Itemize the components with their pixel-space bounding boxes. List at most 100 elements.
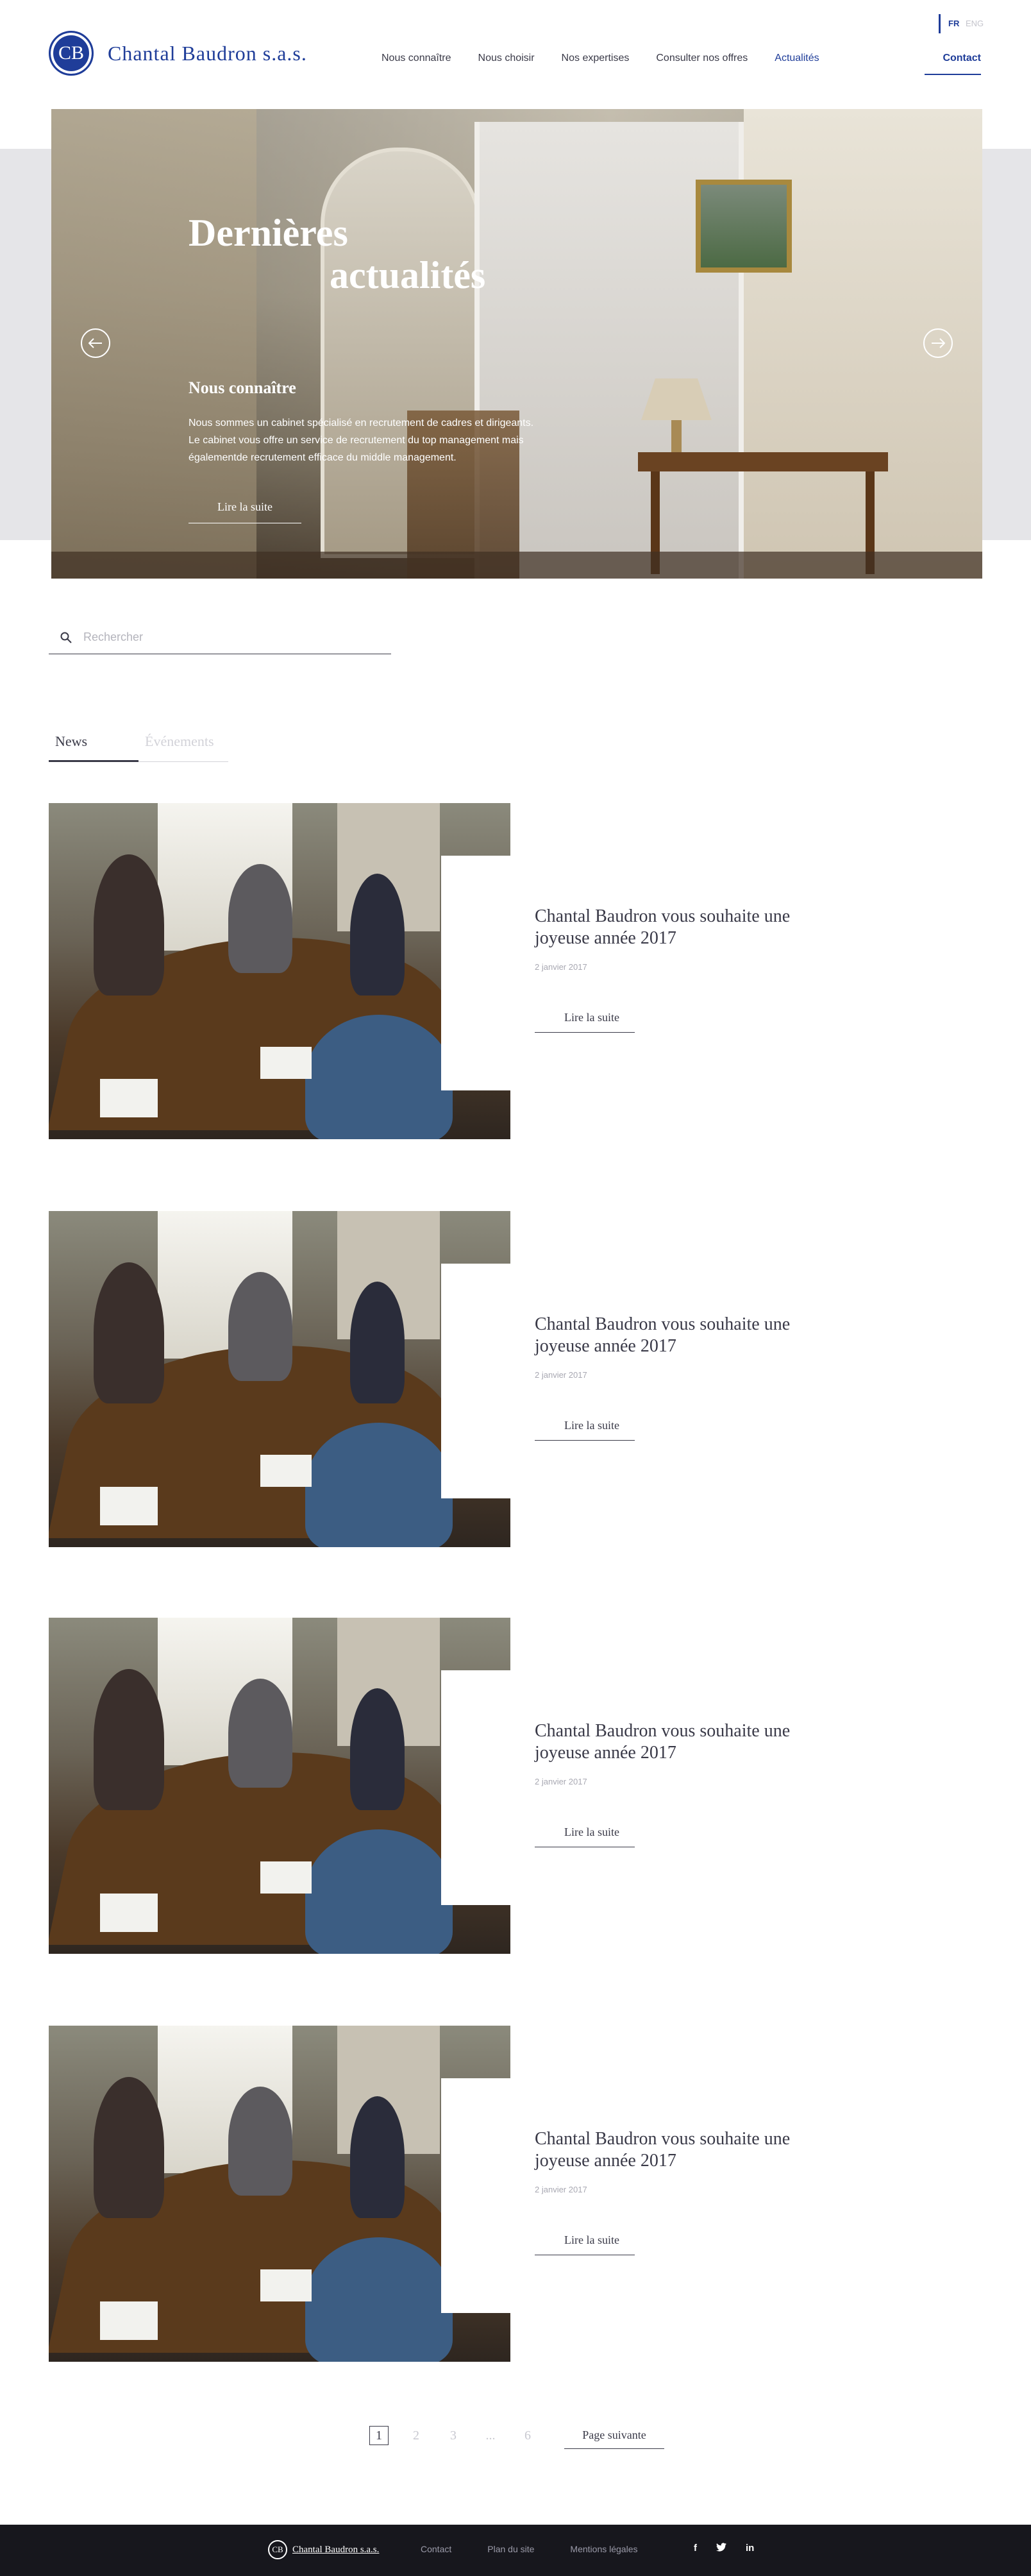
article-title-line: Chantal Baudron vous souhaite une <box>535 1314 791 1334</box>
photo-paper <box>260 2269 312 2301</box>
photo-cutout <box>441 2078 510 2313</box>
search-icon <box>49 632 83 643</box>
photo-paper <box>260 1861 312 1894</box>
article-read-more-button[interactable]: Lire la suite <box>535 2233 635 2255</box>
facebook-icon[interactable]: f <box>694 2543 697 2554</box>
article-photo[interactable] <box>49 1211 510 1547</box>
pagination: 1 2 3 ... 6 Page suivante <box>369 2422 664 2449</box>
article-read-more-button[interactable]: Lire la suite <box>535 1011 635 1033</box>
page-ellipsis: ... <box>485 2428 496 2443</box>
page-link-1[interactable]: 1 <box>369 2426 389 2445</box>
photo-person <box>305 1423 453 1547</box>
nav-item-consulter-offres[interactable]: Consulter nos offres <box>656 53 748 64</box>
lang-en-link[interactable]: ENG <box>966 19 984 28</box>
footer-logo-text: Chantal Baudron s.a.s. <box>292 2544 380 2555</box>
article-card[interactable] <box>49 1618 510 1954</box>
article-title[interactable]: Chantal Baudron vous souhaite une joyeus… <box>535 1720 855 1764</box>
footer-link-contact[interactable]: Contact <box>421 2544 451 2554</box>
hero-photo-lamp-base <box>671 420 682 453</box>
hero-title-line1: Dernières <box>189 212 348 254</box>
hero-subtitle: Nous connaître <box>189 378 296 397</box>
hero-title: Dernières actualités <box>189 212 485 296</box>
language-switcher: FR ENG <box>939 14 984 33</box>
logo-mark: CB <box>49 31 94 76</box>
photo-person <box>350 1688 405 1810</box>
hero-title-line2: actualités <box>330 254 486 296</box>
nav-item-actualites[interactable]: Actualités <box>775 53 819 64</box>
photo-person <box>350 1282 405 1403</box>
lang-fr-link[interactable]: FR <box>948 19 959 28</box>
article-photo[interactable] <box>49 1618 510 1954</box>
photo-paper <box>100 1487 158 1525</box>
article-date: 2 janvier 2017 <box>535 962 587 972</box>
photo-person <box>350 874 405 996</box>
slider-prev-button[interactable] <box>81 328 110 358</box>
nav-item-nous-connaitre[interactable]: Nous connaître <box>381 53 451 64</box>
contact-underline <box>925 74 981 75</box>
article-photo[interactable] <box>49 803 510 1139</box>
photo-paper <box>260 1047 312 1079</box>
article-title-line: Chantal Baudron vous souhaite une <box>535 1721 791 1741</box>
tab-evenements[interactable]: Événements <box>138 724 228 762</box>
article-title-line: joyeuse année 2017 <box>535 1743 676 1763</box>
article-card[interactable] <box>49 1211 510 1547</box>
article-card[interactable] <box>49 2026 510 2362</box>
photo-paper <box>260 1455 312 1487</box>
article-card[interactable] <box>49 803 510 1139</box>
article-date: 2 janvier 2017 <box>535 1370 587 1380</box>
photo-paper <box>100 2301 158 2340</box>
contact-button[interactable]: Contact <box>925 53 981 64</box>
slider-next-button[interactable] <box>923 328 953 358</box>
site-logo[interactable]: CB Chantal Baudron s.a.s. <box>49 31 307 76</box>
next-page-button[interactable]: Page suivante <box>564 2422 664 2449</box>
photo-person <box>228 2087 292 2196</box>
search-input[interactable] <box>83 631 365 644</box>
photo-person <box>305 1829 453 1954</box>
page-link-3[interactable]: 3 <box>444 2426 463 2445</box>
photo-cutout <box>441 1264 510 1498</box>
photo-paper <box>100 1894 158 1932</box>
article-read-more-button[interactable]: Lire la suite <box>535 1826 635 1847</box>
article-title-line: joyeuse année 2017 <box>535 2151 676 2171</box>
page-link-6[interactable]: 6 <box>518 2426 537 2445</box>
article-title-line: Chantal Baudron vous souhaite une <box>535 2129 791 2149</box>
nav-item-nous-choisir[interactable]: Nous choisir <box>478 53 535 64</box>
photo-person <box>305 1015 453 1139</box>
photo-person <box>350 2096 405 2218</box>
photo-cutout <box>441 1670 510 1905</box>
article-date: 2 janvier 2017 <box>535 2185 587 2194</box>
photo-person <box>94 854 164 996</box>
main-nav: Nous connaître Nous choisir Nos expertis… <box>381 53 819 64</box>
article-title[interactable]: Chantal Baudron vous souhaite une joyeus… <box>535 1314 855 1357</box>
footer-logo[interactable]: CB Chantal Baudron s.a.s. <box>268 2540 379 2559</box>
linkedin-icon[interactable]: in <box>746 2543 754 2554</box>
article-title-line: joyeuse année 2017 <box>535 928 676 948</box>
hero-photo-painting <box>696 180 792 273</box>
article-title[interactable]: Chantal Baudron vous souhaite une joyeus… <box>535 2128 855 2172</box>
page-link-2[interactable]: 2 <box>407 2426 426 2445</box>
photo-person <box>94 1669 164 1810</box>
arrow-left-icon <box>88 338 102 348</box>
hero-read-more-button[interactable]: Lire la suite <box>189 500 301 523</box>
footer-links: Contact Plan du site Mentions légales <box>421 2544 637 2554</box>
article-read-more-button[interactable]: Lire la suite <box>535 1419 635 1441</box>
footer-link-mentions-legales[interactable]: Mentions légales <box>570 2544 637 2554</box>
logo-text: Chantal Baudron s.a.s. <box>108 41 307 65</box>
article-title-line: Chantal Baudron vous souhaite une <box>535 906 791 926</box>
hero-description-line: Le cabinet vous offre un service de recr… <box>189 435 524 446</box>
photo-person <box>94 1262 164 1403</box>
nav-item-nos-expertises[interactable]: Nos expertises <box>562 53 630 64</box>
footer-logo-mark: CB <box>268 2540 287 2559</box>
hero-description-line: égalementde recrutement efficace du midd… <box>189 452 457 463</box>
footer-social: f in <box>694 2543 754 2554</box>
article-photo[interactable] <box>49 2026 510 2362</box>
footer-link-plan-du-site[interactable]: Plan du site <box>487 2544 534 2554</box>
twitter-icon[interactable] <box>716 2543 726 2554</box>
tab-news[interactable]: News <box>49 724 138 762</box>
article-date: 2 janvier 2017 <box>535 1777 587 1786</box>
hero-photo-floor <box>51 552 982 579</box>
photo-person <box>228 1679 292 1788</box>
article-title[interactable]: Chantal Baudron vous souhaite une joyeus… <box>535 906 855 949</box>
hero-description-line: Nous sommes un cabinet spécialisé en rec… <box>189 418 534 428</box>
hero-photo-table <box>638 452 888 471</box>
